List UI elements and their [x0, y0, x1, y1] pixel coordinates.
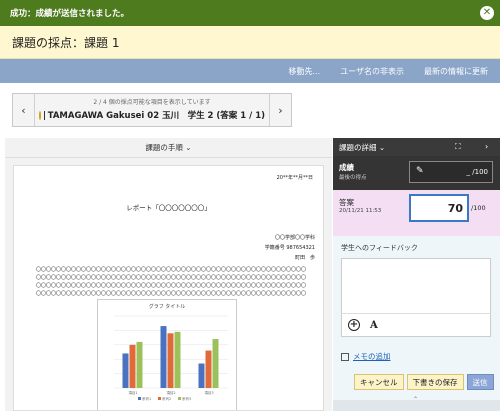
- x-tick-label: 項目2: [166, 390, 175, 395]
- doc-title: レポート「〇〇〇〇〇〇〇」: [126, 204, 211, 212]
- score-input[interactable]: 70: [409, 194, 469, 222]
- doc-date: 20**年**月**日: [276, 175, 313, 181]
- student-navigator: ‹ 2 / 4 個の採点可能な項目を表示しています TAMAGAWA Gakus…: [12, 93, 292, 127]
- success-message: 成功：成績が送信されました。: [10, 9, 130, 19]
- grade-value: _ /100: [466, 168, 488, 176]
- chart-bar: [198, 363, 205, 388]
- bar-chart: 項目1 項目2 項目3 系列1 系列2 系列3: [114, 315, 228, 401]
- grade-section: 成績 最後の得点 ✎ _ /100: [333, 156, 500, 190]
- legend-label: 系列2: [162, 396, 171, 401]
- doc-text-line: 〇〇〇〇〇〇〇〇〇〇〇〇〇〇〇〇〇〇〇〇〇〇〇〇〇〇〇〇〇〇〇〇〇〇〇〇〇〇〇〇…: [36, 275, 306, 281]
- feedback-toolbar: + A: [341, 313, 491, 337]
- chart-bar: [205, 350, 212, 388]
- chart-bar: [136, 341, 143, 388]
- doc-student-id: 学籍番号 987654321: [264, 245, 315, 251]
- grade-label: 成績: [339, 163, 354, 172]
- action-menu: 移動先... ユーザ名の非表示 最新の情報に更新: [0, 59, 500, 83]
- embedded-chart: グラフ タイトル 項目1 項目2 項目3 系列1 系列2 系列3: [97, 299, 237, 410]
- instructions-label: 課題の手順: [145, 143, 183, 152]
- doc-author: 町田 歩: [294, 255, 315, 261]
- chevron-up-icon[interactable]: ⌃: [413, 396, 423, 403]
- answer-date: 20/11/21 11:53: [339, 208, 382, 214]
- answer-section: 答案 20/11/21 11:53 70 /100: [333, 190, 500, 236]
- refresh-link[interactable]: 最新の情報に更新: [424, 66, 488, 77]
- answer-label: 答案: [339, 198, 354, 207]
- legend-label: 系列1: [142, 396, 151, 401]
- legend-swatch: [138, 397, 141, 400]
- page-title: 課題の採点：課題 1: [0, 26, 500, 59]
- send-button[interactable]: 送信: [466, 374, 494, 390]
- grading-panel: 課題の詳細 ⌄ ⛶ › 成績 最後の得点 ✎ _ /100 答案 20/11/2…: [333, 138, 500, 411]
- chevron-left-icon: ‹: [21, 103, 26, 117]
- chart-bar: [212, 339, 219, 388]
- instructions-toggle[interactable]: 課題の手順 ⌄: [5, 138, 332, 158]
- save-draft-button[interactable]: 下書きの保存: [406, 374, 464, 390]
- gradeable-count: 2 / 4 個の採点可能な項目を表示しています: [93, 99, 211, 106]
- status-smiley-icon: [39, 110, 42, 120]
- font-style-icon[interactable]: A: [370, 320, 378, 331]
- details-title[interactable]: 課題の詳細: [339, 142, 377, 153]
- student-name: TAMAGAWA Gakusei 02 玉川 学生 2 (答案 1 / 1): [47, 111, 265, 121]
- x-tick-label: 項目1: [128, 390, 137, 395]
- next-student-button[interactable]: ›: [269, 94, 291, 126]
- chart-bar: [174, 331, 181, 388]
- hide-usernames-link[interactable]: ユーザ名の非表示: [340, 66, 404, 77]
- chart-bar: [160, 326, 167, 388]
- success-banner: 成功：成績が送信されました。 ✕: [0, 0, 500, 26]
- doc-text-line: 〇〇〇〇〇〇〇〇〇〇〇〇〇〇〇〇〇〇〇〇〇〇〇〇〇〇〇〇〇〇〇〇〇〇〇〇〇〇〇〇…: [36, 291, 306, 297]
- submission-document[interactable]: 20**年**月**日 レポート「〇〇〇〇〇〇〇」 〇〇学部〇〇学科 学籍番号 …: [13, 165, 324, 411]
- doc-text-line: 〇〇〇〇〇〇〇〇〇〇〇〇〇〇〇〇〇〇〇〇〇〇〇〇〇〇〇〇〇〇〇〇〇〇〇〇〇〇〇〇…: [36, 283, 306, 289]
- chevron-down-icon: ⌄: [185, 143, 192, 152]
- student-selector[interactable]: TAMAGAWA Gakusei 02 玉川 学生 2 (答案 1 / 1): [39, 109, 265, 121]
- submission-pane: 課題の手順 ⌄ 20**年**月**日 レポート「〇〇〇〇〇〇〇」 〇〇学部〇〇…: [5, 138, 332, 411]
- add-memo-link[interactable]: メモの追加: [341, 351, 391, 362]
- legend-swatch: [178, 397, 181, 400]
- chart-bar: [167, 333, 174, 388]
- previous-student-button[interactable]: ‹: [13, 94, 35, 126]
- chart-bar: [129, 344, 136, 388]
- close-icon[interactable]: ✕: [480, 6, 494, 20]
- doc-text-line: 〇〇〇〇〇〇〇〇〇〇〇〇〇〇〇〇〇〇〇〇〇〇〇〇〇〇〇〇〇〇〇〇〇〇〇〇〇〇〇〇…: [36, 267, 306, 273]
- doc-department: 〇〇学部〇〇学科: [274, 235, 315, 241]
- add-icon[interactable]: +: [348, 319, 360, 331]
- chevron-right-icon: ›: [278, 103, 283, 117]
- x-tick-label: 項目3: [204, 390, 213, 395]
- grade-field[interactable]: ✎ _ /100: [409, 161, 493, 183]
- cancel-button[interactable]: キャンセル: [354, 374, 404, 390]
- chevron-down-icon[interactable]: ⌄: [379, 143, 385, 152]
- jump-to-menu[interactable]: 移動先...: [289, 66, 321, 77]
- memo-icon: [341, 352, 349, 361]
- legend-swatch: [158, 397, 161, 400]
- details-header: 課題の詳細 ⌄ ⛶ ›: [333, 138, 500, 156]
- pencil-icon[interactable]: ✎: [416, 166, 424, 176]
- fullscreen-icon[interactable]: ⛶: [455, 142, 461, 152]
- chevron-right-icon[interactable]: ›: [485, 142, 488, 151]
- legend-label: 系列3: [182, 396, 191, 401]
- memo-label: メモの追加: [353, 352, 391, 361]
- score-max: /100: [471, 204, 486, 212]
- chart-bar: [122, 353, 129, 388]
- action-buttons: キャンセル 下書きの保存 送信: [354, 374, 494, 390]
- grade-sublabel: 最後の得点: [339, 175, 367, 181]
- feedback-label: 学生へのフィードバック: [341, 244, 418, 252]
